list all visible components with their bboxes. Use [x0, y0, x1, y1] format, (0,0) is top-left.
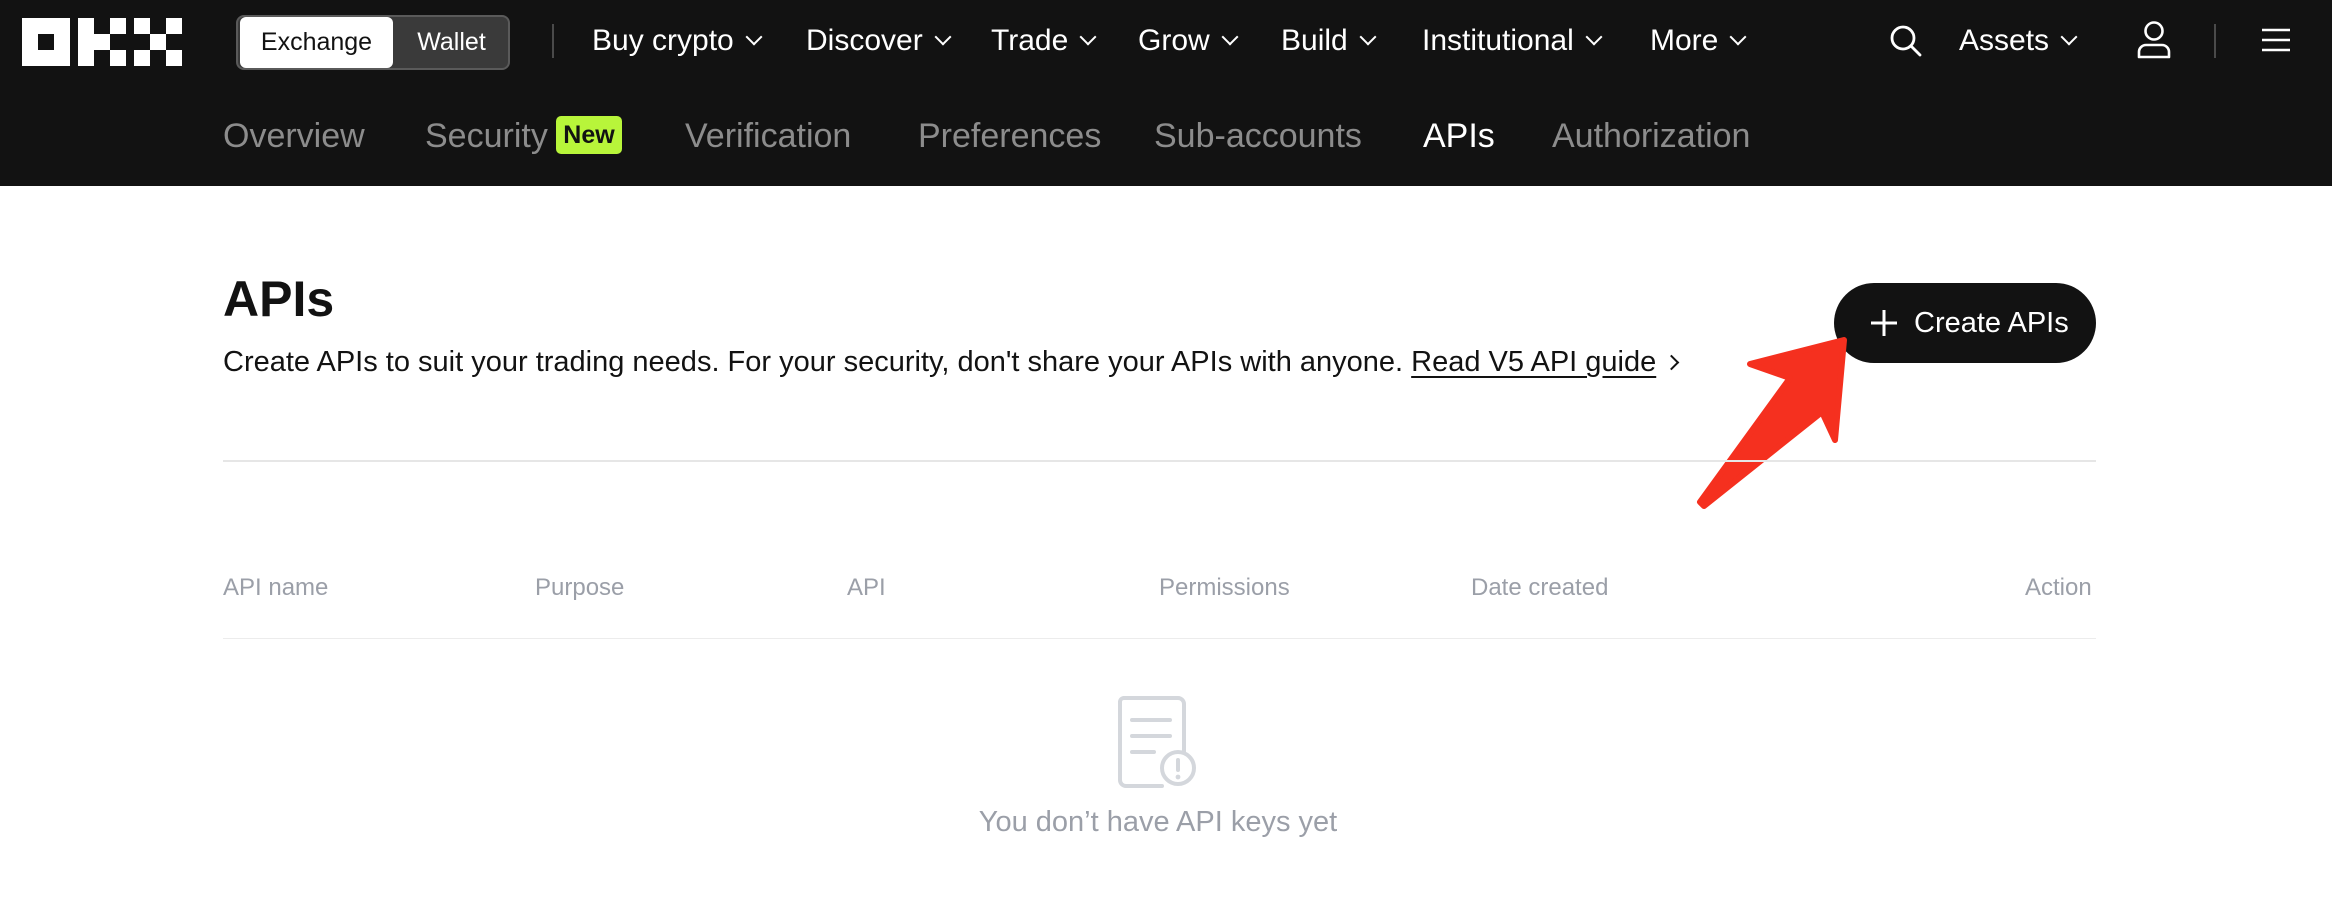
create-apis-label: Create APIs [1914, 307, 2069, 339]
description-text: Create APIs to suit your trading needs. … [223, 346, 1404, 378]
create-apis-button[interactable]: Create APIs [1834, 283, 2096, 363]
empty-state-text: You don’t have API keys yet [978, 806, 1338, 838]
nav-item-label: Build [1281, 24, 1348, 57]
column-header-purpose: Purpose [535, 574, 625, 601]
account-subnav: Overview Security New Verification Prefe… [0, 82, 2332, 186]
user-icon[interactable] [2136, 20, 2172, 60]
chevron-down-icon [1221, 28, 1239, 46]
top-navigation-bar: Exchange Wallet Buy crypto Discover Trad… [0, 0, 2332, 82]
table-header-divider [223, 638, 2096, 639]
nav-item-buy-crypto[interactable]: Buy crypto [592, 20, 763, 62]
nav-item-trade[interactable]: Trade [991, 20, 1097, 62]
nav-divider [552, 24, 554, 58]
plus-icon [1871, 310, 1897, 336]
chevron-down-icon [1729, 28, 1747, 46]
okx-logo[interactable] [22, 18, 183, 66]
nav-item-institutional[interactable]: Institutional [1422, 20, 1603, 62]
chevron-down-icon [1079, 28, 1097, 46]
empty-document-icon [1118, 696, 1196, 788]
tab-security[interactable]: Security [425, 114, 548, 158]
nav-item-discover[interactable]: Discover [806, 20, 952, 62]
column-header-api: API [847, 574, 886, 601]
nav-item-label: Institutional [1422, 24, 1574, 57]
annotation-arrow-icon [1697, 337, 1847, 509]
chevron-down-icon [2060, 28, 2078, 46]
column-header-permissions: Permissions [1159, 574, 1290, 601]
nav-item-build[interactable]: Build [1281, 20, 1377, 62]
exchange-toggle-option[interactable]: Exchange [240, 17, 393, 68]
column-header-action: Action [2025, 574, 2092, 601]
nav-item-label: Buy crypto [592, 24, 734, 57]
section-divider [223, 460, 2096, 462]
nav-divider [2214, 24, 2216, 58]
tab-overview[interactable]: Overview [223, 114, 365, 158]
nav-item-label: Discover [806, 24, 923, 57]
nav-item-grow[interactable]: Grow [1138, 20, 1239, 62]
nav-item-more[interactable]: More [1650, 20, 1747, 62]
search-icon[interactable] [1889, 24, 1923, 58]
assets-menu[interactable]: Assets [1959, 20, 2078, 62]
column-header-api-name: API name [223, 574, 329, 601]
tab-preferences[interactable]: Preferences [918, 114, 1101, 158]
menu-icon[interactable] [2262, 28, 2290, 52]
nav-item-label: Trade [991, 24, 1069, 57]
chevron-down-icon [1359, 28, 1377, 46]
chevron-right-icon [1663, 354, 1680, 371]
page-title: APIs [223, 271, 335, 327]
chevron-down-icon [745, 28, 763, 46]
tab-apis[interactable]: APIs [1423, 114, 1495, 158]
tab-verification[interactable]: Verification [685, 114, 851, 158]
assets-label: Assets [1959, 24, 2050, 57]
column-header-date-created: Date created [1471, 574, 1609, 601]
nav-item-label: More [1650, 24, 1719, 57]
tab-sub-accounts[interactable]: Sub-accounts [1154, 114, 1362, 158]
chevron-down-icon [1585, 28, 1603, 46]
page-description: Create APIs to suit your trading needs. … [223, 346, 1680, 379]
wallet-toggle-option[interactable]: Wallet [395, 17, 508, 68]
chevron-down-icon [934, 28, 952, 46]
tab-authorization[interactable]: Authorization [1552, 114, 1750, 158]
nav-item-label: Grow [1138, 24, 1210, 57]
exchange-wallet-toggle: Exchange Wallet [236, 15, 510, 70]
api-guide-link[interactable]: Read V5 API guide [1411, 346, 1656, 378]
new-badge: New [556, 116, 622, 154]
